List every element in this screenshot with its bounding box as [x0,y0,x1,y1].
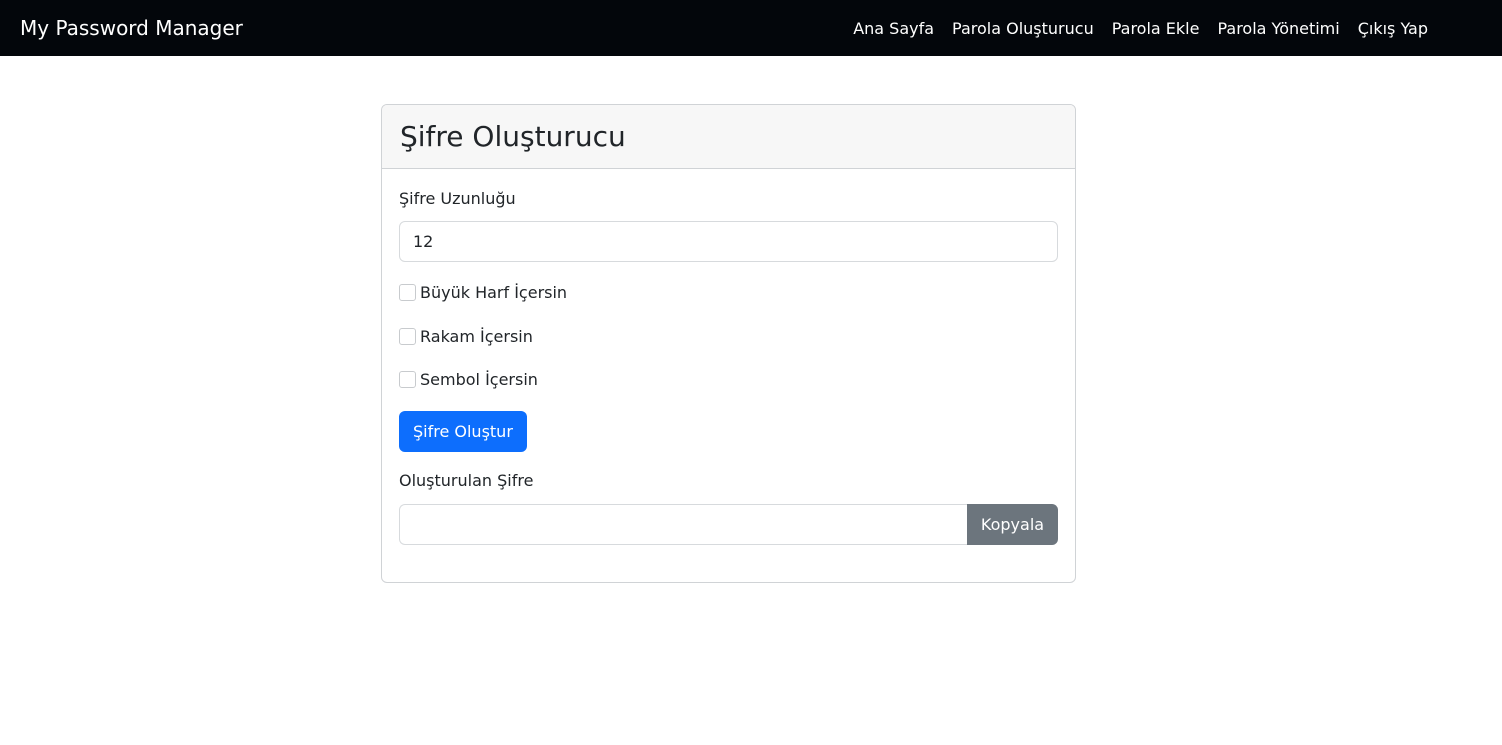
digits-option[interactable]: Rakam İçersin [399,326,1058,346]
nav-link-password-management[interactable]: Parola Yönetimi [1217,19,1339,38]
generated-password-label: Oluşturulan Şifre [399,471,534,490]
length-input[interactable] [399,221,1058,262]
nav-links: Ana Sayfa Parola Oluşturucu Parola Ekle … [853,19,1428,38]
nav-link-add-password[interactable]: Parola Ekle [1112,19,1200,38]
uppercase-checkbox[interactable] [399,283,416,301]
nav-link-logout[interactable]: Çıkış Yap [1358,19,1428,38]
length-label: Şifre Uzunluğu [399,189,516,208]
uppercase-label: Büyük Harf İçersin [420,282,568,302]
navbar: My Password Manager Ana Sayfa Parola Olu… [0,0,1502,56]
digits-label: Rakam İçersin [420,326,533,346]
page-title: Şifre Oluşturucu [400,120,626,153]
password-generator-card: Şifre Oluşturucu Şifre Uzunluğu Büyük Ha… [381,104,1076,583]
copy-button[interactable]: Kopyala [967,504,1058,545]
nav-link-password-generator[interactable]: Parola Oluşturucu [952,19,1094,38]
symbols-checkbox[interactable] [399,370,416,388]
uppercase-option[interactable]: Büyük Harf İçersin [399,282,1058,302]
card-header: Şifre Oluşturucu [382,105,1075,169]
digits-checkbox[interactable] [399,327,416,345]
brand-link[interactable]: My Password Manager [20,0,243,56]
symbols-label: Sembol İçersin [420,369,538,389]
nav-link-home[interactable]: Ana Sayfa [853,19,934,38]
generated-password-input[interactable] [399,504,967,545]
symbols-option[interactable]: Sembol İçersin [399,369,1058,389]
generate-password-button[interactable]: Şifre Oluştur [399,411,527,452]
generated-password-group: Kopyala [399,504,1058,545]
card-body: Şifre Uzunluğu Büyük Harf İçersin Rakam … [382,169,1075,545]
